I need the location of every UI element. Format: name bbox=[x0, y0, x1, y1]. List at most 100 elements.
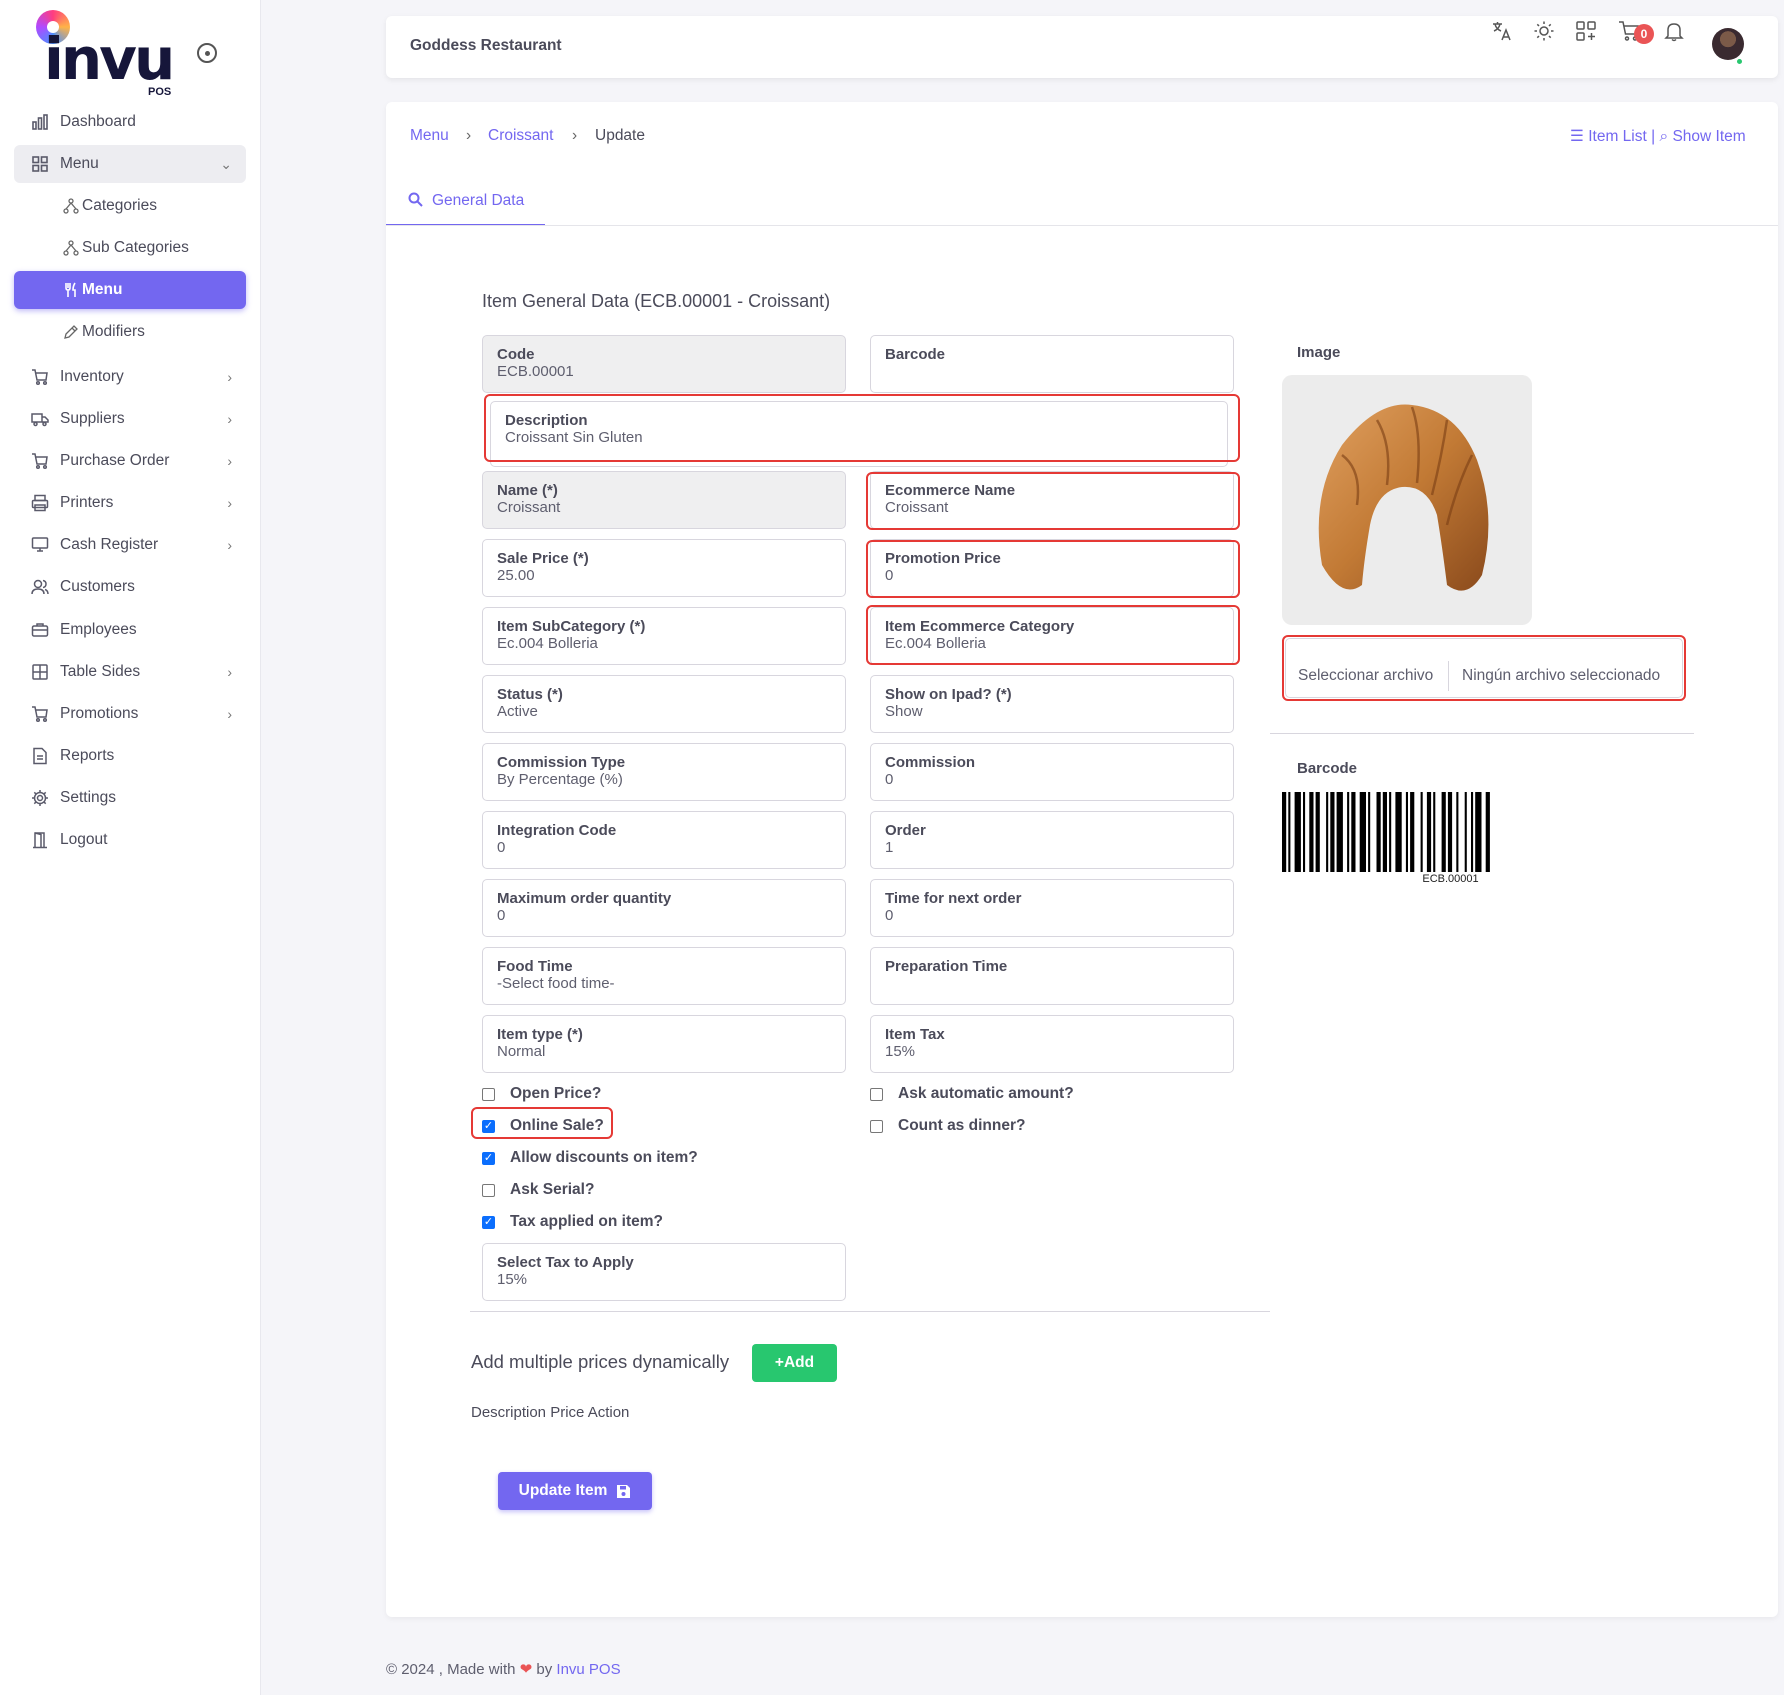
table-icon bbox=[30, 662, 50, 682]
sidebar-item-menu[interactable]: Menu ⌄ bbox=[14, 145, 246, 183]
item-subcategory-select[interactable]: Item SubCategory (*) Ec.004 Bolleria bbox=[482, 607, 846, 665]
field-label: Barcode bbox=[885, 346, 946, 363]
barcode-bar bbox=[1426, 792, 1432, 872]
sidebar-item-label: Cash Register bbox=[60, 536, 159, 553]
item-list-link[interactable]: Item List bbox=[1588, 128, 1647, 145]
show-item-link[interactable]: Show Item bbox=[1672, 128, 1745, 145]
sidebar-item-label: Customers bbox=[60, 578, 135, 595]
footer-brand-link[interactable]: Invu POS bbox=[556, 1661, 620, 1678]
time-next-order-field[interactable]: Time for next order 0 bbox=[870, 879, 1234, 937]
commission-type-select[interactable]: Commission Type By Percentage (%) bbox=[482, 743, 846, 801]
barcode-bar bbox=[1405, 792, 1408, 872]
barcode-bar bbox=[1382, 792, 1387, 872]
integration-code-field[interactable]: Integration Code 0 bbox=[482, 811, 846, 869]
count-as-dinner-checkbox[interactable]: Count as dinner? bbox=[870, 1117, 1025, 1135]
checkbox-box[interactable] bbox=[870, 1087, 883, 1101]
apps-grid-icon[interactable] bbox=[1573, 18, 1599, 44]
search-data-icon bbox=[408, 192, 423, 212]
order-field[interactable]: Order 1 bbox=[870, 811, 1234, 869]
add-price-button[interactable]: +Add bbox=[752, 1344, 837, 1382]
tax-applied-checkbox[interactable]: Tax applied on item? bbox=[482, 1213, 663, 1231]
status-select[interactable]: Status (*) Active bbox=[482, 675, 846, 733]
item-type-select[interactable]: Item type (*) Normal bbox=[482, 1015, 846, 1073]
checkbox-label: Count as dinner? bbox=[898, 1117, 1026, 1134]
item-tax-select[interactable]: Item Tax 15% bbox=[870, 1015, 1234, 1073]
field-value: 0 bbox=[497, 839, 506, 856]
chevron-right-icon: › bbox=[227, 453, 232, 469]
user-avatar[interactable] bbox=[1712, 28, 1744, 60]
sale-price-field[interactable]: Sale Price (*) 25.00 bbox=[482, 539, 846, 597]
field-label: Item Tax bbox=[885, 1026, 945, 1043]
barcode-bar bbox=[1471, 792, 1474, 872]
field-label: Code bbox=[497, 346, 535, 363]
checkbox-box[interactable] bbox=[482, 1183, 495, 1197]
max-order-quantity-field[interactable]: Maximum order quantity 0 bbox=[482, 879, 846, 937]
sidebar-item-table-sides[interactable]: Table Sides › bbox=[14, 653, 246, 691]
chevron-right-icon: › bbox=[227, 706, 232, 722]
food-time-select[interactable]: Food Time -Select food time- bbox=[482, 947, 846, 1005]
breadcrumb-separator-icon: › bbox=[466, 127, 472, 144]
sidebar-subitem-menu[interactable]: Menu bbox=[14, 271, 246, 309]
translate-icon[interactable] bbox=[1489, 18, 1515, 44]
barcode-text: ECB.00001 bbox=[1422, 873, 1479, 885]
sidebar-item-printers[interactable]: Printers › bbox=[14, 484, 246, 522]
sun-icon[interactable] bbox=[1531, 18, 1557, 44]
field-value: 0 bbox=[885, 771, 894, 788]
sidebar-item-reports[interactable]: Reports bbox=[14, 737, 246, 775]
sidebar-item-promotions[interactable]: Promotions › bbox=[14, 695, 246, 733]
checkbox-box[interactable] bbox=[482, 1151, 495, 1165]
breadcrumb-menu[interactable]: Menu bbox=[410, 127, 449, 145]
checkbox-box[interactable] bbox=[482, 1215, 495, 1229]
barcode-bar bbox=[1475, 792, 1482, 872]
footer-text: © 2024 , Made with bbox=[386, 1661, 516, 1678]
invu-logo[interactable]: invu POS bbox=[34, 8, 184, 100]
field-value: 25.00 bbox=[497, 567, 535, 584]
allow-discounts-checkbox[interactable]: Allow discounts on item? bbox=[482, 1149, 698, 1167]
barcode-field[interactable]: Barcode bbox=[870, 335, 1234, 393]
checkbox-box[interactable] bbox=[482, 1087, 495, 1101]
barcode-bar bbox=[1359, 792, 1366, 872]
cart-promo-icon bbox=[30, 704, 50, 724]
sidebar-subitem-categories[interactable]: Categories bbox=[14, 187, 246, 225]
sidebar-item-dashboard[interactable]: Dashboard bbox=[14, 103, 246, 141]
sidebar-item-cash-register[interactable]: Cash Register › bbox=[14, 526, 246, 564]
sidebar-item-purchase-order[interactable]: Purchase Order › bbox=[14, 442, 246, 480]
select-tax-to-apply[interactable]: Select Tax to Apply 15% bbox=[482, 1243, 846, 1301]
users-icon bbox=[30, 577, 50, 597]
ask-automatic-amount-checkbox[interactable]: Ask automatic amount? bbox=[870, 1085, 1074, 1103]
open-price-checkbox[interactable]: Open Price? bbox=[482, 1085, 601, 1103]
sidebar-collapse-toggle[interactable] bbox=[197, 43, 217, 63]
sidebar-item-label: Printers bbox=[60, 494, 114, 511]
bell-icon[interactable] bbox=[1661, 18, 1687, 44]
image-label: Image bbox=[1297, 344, 1341, 361]
highlight-online-sale bbox=[471, 1107, 613, 1139]
image-section-divider bbox=[1270, 733, 1694, 734]
field-label: Select Tax to Apply bbox=[497, 1254, 634, 1271]
field-value: 15% bbox=[497, 1271, 528, 1288]
checkbox-box[interactable] bbox=[870, 1119, 883, 1133]
ask-serial-checkbox[interactable]: Ask Serial? bbox=[482, 1181, 594, 1199]
field-label: Integration Code bbox=[497, 822, 617, 839]
sidebar-item-suppliers[interactable]: Suppliers › bbox=[14, 400, 246, 438]
tab-general-data[interactable]: General Data bbox=[386, 192, 545, 226]
sidebar-item-settings[interactable]: Settings bbox=[14, 779, 246, 817]
update-item-button[interactable]: Update Item bbox=[498, 1472, 652, 1510]
sidebar-item-inventory[interactable]: Inventory › bbox=[14, 358, 246, 396]
sidebar-subitem-label: Menu bbox=[82, 281, 123, 298]
sidebar-item-customers[interactable]: Customers bbox=[14, 568, 246, 606]
sidebar-subitem-modifiers[interactable]: Modifiers bbox=[14, 313, 246, 351]
breadcrumb-item[interactable]: Croissant bbox=[488, 127, 553, 145]
sidebar-item-logout[interactable]: Logout bbox=[14, 821, 246, 859]
barcode-bar bbox=[1410, 792, 1415, 872]
show-on-ipad-select[interactable]: Show on Ipad? (*) Show bbox=[870, 675, 1234, 733]
barcode-bar bbox=[1309, 792, 1314, 872]
checkbox-label: Open Price? bbox=[510, 1085, 602, 1102]
preparation-time-field[interactable]: Preparation Time bbox=[870, 947, 1234, 1005]
commission-field[interactable]: Commission 0 bbox=[870, 743, 1234, 801]
section-divider bbox=[470, 1311, 1270, 1312]
multiple-prices-table-headers: Description Price Action bbox=[471, 1404, 630, 1421]
sidebar-item-employees[interactable]: Employees bbox=[14, 611, 246, 649]
field-value: -Select food time- bbox=[497, 975, 615, 992]
sidebar-subitem-subcategories[interactable]: Sub Categories bbox=[14, 229, 246, 267]
sidebar-item-label: Employees bbox=[60, 621, 137, 638]
